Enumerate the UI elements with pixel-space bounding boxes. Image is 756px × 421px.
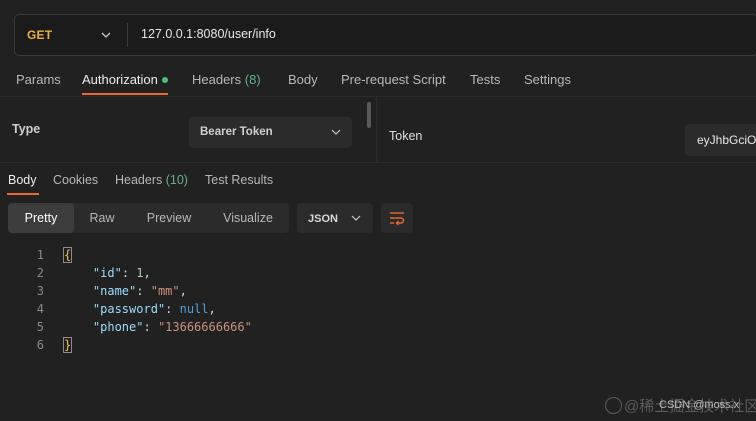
- tab-label: Authorization: [82, 72, 158, 87]
- auth-type-value: Bearer Token: [200, 126, 273, 138]
- code-text: {: [62, 246, 73, 264]
- line-number: 3: [36, 284, 44, 298]
- headers-count: (10): [165, 173, 188, 187]
- code-line: 3 "name": "mm",: [0, 282, 756, 300]
- json-value: "13666666666": [157, 320, 252, 334]
- authorization-panel: Type Bearer Token Token eyJhbGciO: [0, 96, 756, 163]
- auth-type-select[interactable]: Bearer Token: [189, 117, 352, 148]
- tab-tests[interactable]: Tests: [470, 72, 500, 87]
- tab-label: Headers: [115, 173, 163, 187]
- tab-pre-request-script[interactable]: Pre-request Script: [341, 72, 446, 87]
- method-select[interactable]: GET: [27, 28, 52, 42]
- auth-type-label: Type: [12, 122, 41, 136]
- tab-label: Params: [16, 72, 61, 87]
- response-tabs: Body Cookies Headers (10) Test Results: [0, 162, 756, 197]
- close-brace: }: [62, 337, 73, 353]
- wrap-lines-icon: [390, 212, 405, 226]
- active-tab-indicator: [82, 93, 168, 95]
- code-text: }: [62, 336, 73, 354]
- tab-params[interactable]: Params: [16, 72, 61, 87]
- tab-label: Body: [288, 72, 318, 87]
- line-number: 5: [36, 320, 44, 334]
- tab-test-results[interactable]: Test Results: [205, 173, 273, 187]
- url-input[interactable]: 127.0.0.1:8080/user/info: [141, 27, 276, 41]
- token-value: eyJhbGciO: [697, 133, 756, 147]
- wrap-lines-button[interactable]: [381, 203, 413, 233]
- tab-label: Cookies: [53, 173, 99, 187]
- chevron-down-icon: [351, 215, 361, 221]
- tab-cookies[interactable]: Cookies: [53, 173, 98, 187]
- token-label: Token: [389, 129, 423, 143]
- raw-button[interactable]: Raw: [74, 203, 130, 233]
- status-dot-icon: [161, 76, 168, 83]
- request-url-bar: GET 127.0.0.1:8080/user/info: [14, 14, 756, 56]
- json-key: "password": [92, 302, 166, 316]
- json-value: null: [179, 302, 209, 316]
- json-key: "name": [92, 284, 137, 298]
- code-text: "phone": "13666666666": [92, 320, 252, 334]
- code-line: 2 "id": 1,: [0, 264, 756, 282]
- line-number: 1: [36, 248, 44, 262]
- json-comma: ,: [179, 284, 187, 298]
- json-value: "mm": [150, 284, 180, 298]
- watermark-logo-icon: [605, 396, 622, 414]
- tab-label: Body: [8, 173, 37, 187]
- request-tabs: Params Authorization Headers (8) Body Pr…: [0, 66, 756, 96]
- active-tab-indicator: [7, 193, 39, 195]
- code-text: "password": null,: [92, 302, 216, 316]
- chevron-down-icon[interactable]: [99, 28, 113, 42]
- json-comma: ,: [208, 302, 216, 316]
- tab-label: Tests: [470, 72, 501, 87]
- view-mode-group: Pretty Raw Preview Visualize: [8, 203, 289, 233]
- code-line: 4 "password": null,: [0, 300, 756, 318]
- pretty-button[interactable]: Pretty: [8, 203, 74, 233]
- response-body-code: 1 { 2 "id": 1, 3 "name": "mm", 4 "passwo…: [0, 246, 756, 354]
- tab-authorization[interactable]: Authorization: [82, 72, 168, 87]
- line-number: 4: [36, 302, 44, 316]
- code-line: 1 {: [0, 246, 756, 264]
- visualize-button[interactable]: Visualize: [210, 203, 286, 233]
- tab-label: Pre-request Script: [341, 72, 446, 87]
- line-number: 2: [36, 266, 44, 280]
- code-text: "name": "mm",: [92, 284, 187, 298]
- divider: [127, 23, 128, 47]
- tab-label: Test Results: [205, 173, 274, 187]
- tab-headers[interactable]: Headers (8): [192, 72, 261, 87]
- tab-response-body[interactable]: Body: [8, 173, 37, 187]
- code-text: "id": 1,: [92, 266, 151, 280]
- token-input[interactable]: eyJhbGciO: [685, 124, 756, 156]
- code-line: 6 }: [0, 336, 756, 354]
- tab-label: Settings: [524, 72, 571, 87]
- json-key: "phone": [92, 320, 144, 334]
- format-select[interactable]: JSON: [297, 203, 373, 233]
- tab-settings[interactable]: Settings: [524, 72, 571, 87]
- line-number: 6: [36, 338, 44, 352]
- format-value: JSON: [308, 213, 338, 225]
- json-key: "id": [92, 266, 122, 280]
- chevron-down-icon: [331, 129, 341, 135]
- scrollbar-thumb[interactable]: [367, 102, 371, 128]
- open-brace: {: [62, 247, 73, 263]
- json-comma: ,: [143, 266, 151, 280]
- tab-label: Headers: [192, 72, 242, 87]
- code-line: 5 "phone": "13666666666": [0, 318, 756, 336]
- panel-divider[interactable]: [376, 97, 377, 163]
- tab-body[interactable]: Body: [288, 72, 318, 87]
- headers-count: (8): [244, 72, 261, 87]
- json-value: 1: [136, 266, 144, 280]
- tab-response-headers[interactable]: Headers (10): [115, 173, 188, 187]
- preview-button[interactable]: Preview: [134, 203, 204, 233]
- csdn-watermark: CSDN @moss.x: [659, 399, 740, 411]
